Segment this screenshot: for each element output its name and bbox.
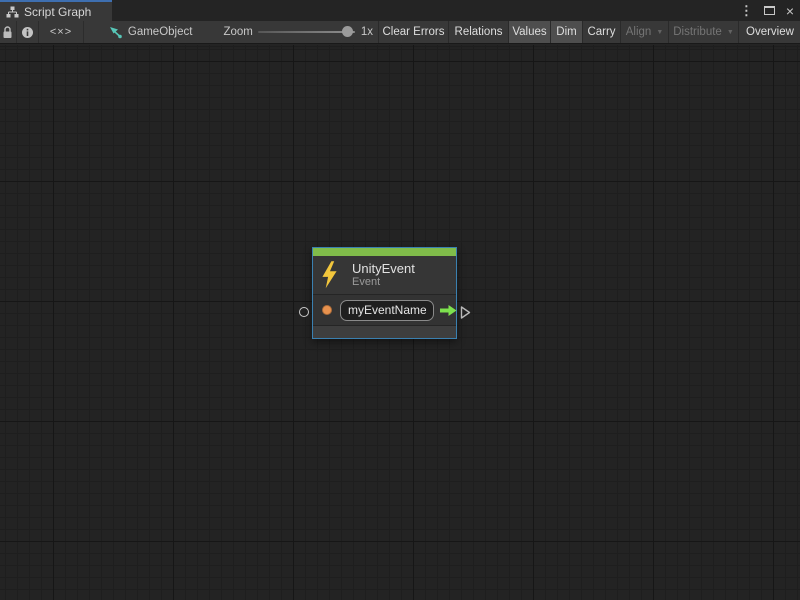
lock-icon [2,26,13,39]
overview-button[interactable]: Overview [738,21,800,43]
node-footer [313,326,456,338]
lock-button[interactable] [0,21,17,43]
graph-canvas[interactable]: UnityEvent Event [0,45,800,600]
zoom-label: Zoom [223,26,252,38]
node-title: UnityEvent [352,262,415,275]
unity-event-node[interactable]: UnityEvent Event [312,247,457,339]
relations-button[interactable]: Relations [448,21,508,43]
window-menu-icon[interactable]: ⋮ [740,4,753,17]
graph-toolbar: <×> GameObject Zoom 1x Clear Errors Rela… [0,21,800,44]
distribute-label: Distribute [673,26,722,38]
flow-arrow-icon [440,304,457,317]
window-maximize-icon[interactable] [764,6,775,15]
control-output-port[interactable] [460,305,471,320]
node-accent-bar [313,248,456,256]
dim-toggle-button[interactable]: Dim [550,21,582,43]
align-label: Align [626,26,652,38]
control-input-port[interactable] [299,307,309,317]
zoom-value: 1x [361,26,373,38]
node-header: UnityEvent Event [313,256,456,295]
align-dropdown-button[interactable]: Align ▼ [620,21,668,43]
code-brackets-icon: <×> [50,26,72,38]
script-graph-asset-icon [108,25,122,39]
event-name-input[interactable] [340,300,434,321]
info-button[interactable] [17,21,40,43]
code-view-button[interactable]: <×> [39,21,84,43]
zoom-slider[interactable] [258,21,355,43]
carry-toggle-button[interactable]: Carry [582,21,620,43]
dropdown-arrow-icon: ▼ [656,29,663,36]
zoom-slider-handle[interactable] [342,26,353,37]
dropdown-arrow-icon: ▼ [727,29,734,36]
graph-owner-label: GameObject [128,26,193,38]
info-icon [21,26,34,39]
window-titlebar: Script Graph ⋮ × [0,0,800,21]
tab-script-graph[interactable]: Script Graph [0,0,112,21]
zoom-slider-track [258,31,355,33]
clear-errors-button[interactable]: Clear Errors [378,21,448,43]
tab-title: Script Graph [24,5,91,19]
values-toggle-button[interactable]: Values [508,21,550,43]
lightning-bolt-icon [321,261,338,289]
node-subtitle: Event [352,277,415,288]
window-close-icon[interactable]: × [786,4,794,18]
distribute-dropdown-button[interactable]: Distribute ▼ [668,21,738,43]
node-port-row [313,295,456,326]
event-name-value-port[interactable] [322,305,332,315]
graph-hierarchy-icon [6,6,19,18]
